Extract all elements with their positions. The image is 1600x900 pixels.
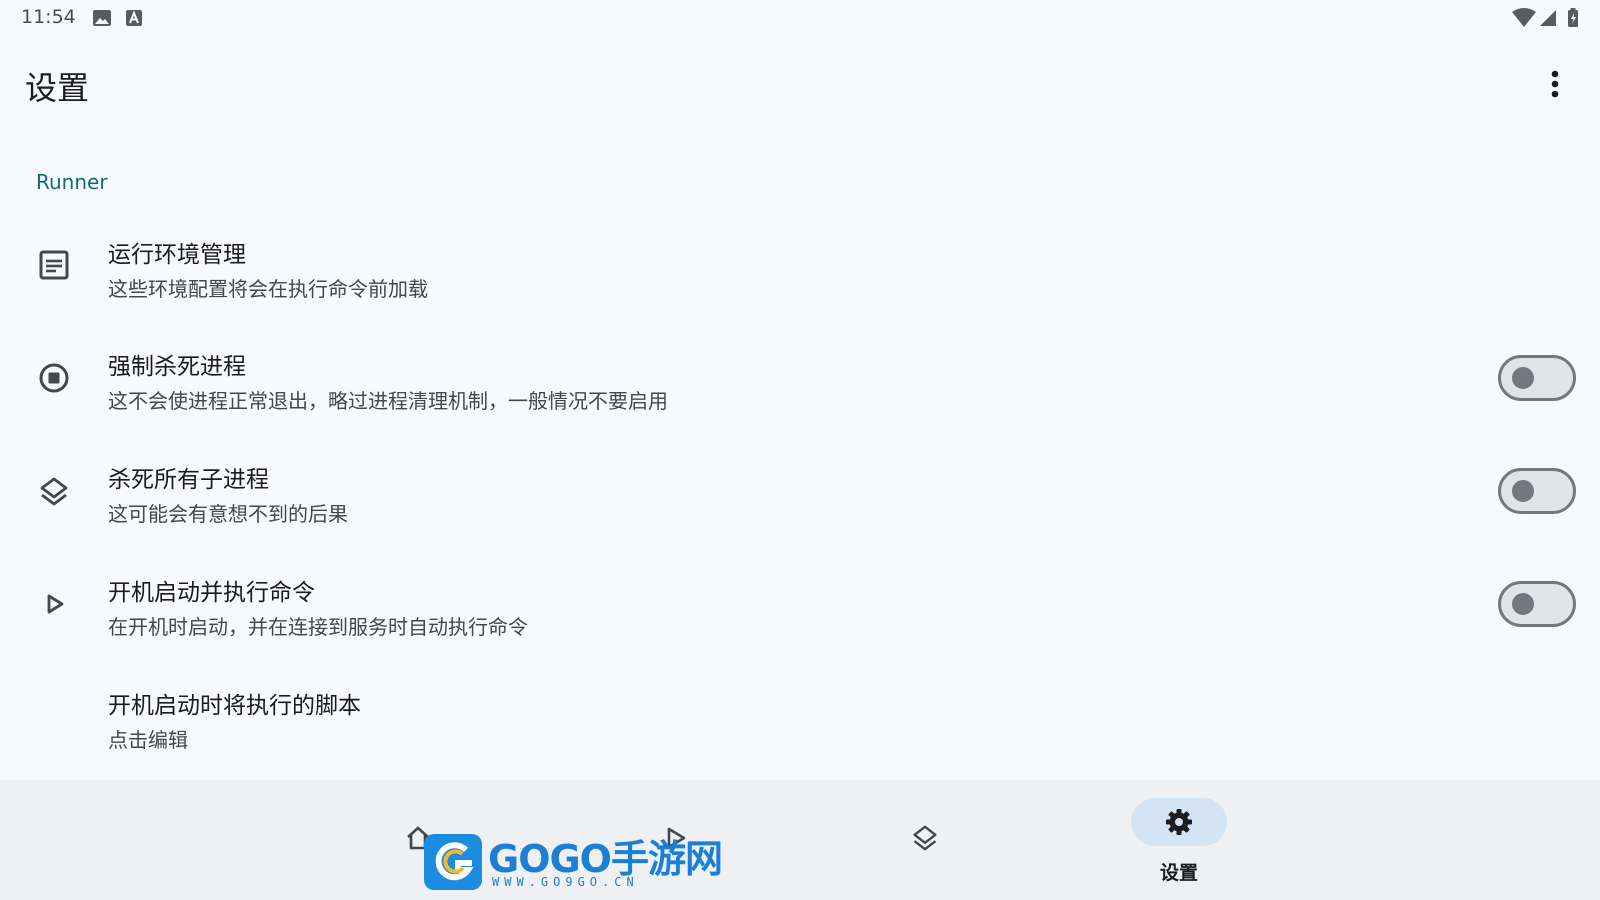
nav-selected-indicator (1131, 798, 1227, 846)
boot-start-switch[interactable] (1498, 581, 1576, 627)
pref-kill-children[interactable]: 杀死所有子进程 这可能会有意想不到的后果 (0, 435, 1600, 547)
stop-circle-icon (34, 358, 74, 398)
page-title: 设置 (25, 69, 90, 107)
force-kill-switch[interactable] (1498, 355, 1576, 401)
bottom-navigation: 设置 (0, 780, 1600, 900)
pref-summary: 点击编辑 (108, 728, 188, 752)
status-time: 11:54 (21, 6, 76, 28)
nav-item-settings[interactable]: 设置 (1111, 780, 1247, 900)
nav-label-settings: 设置 (1159, 862, 1198, 884)
watermark-logo: GOGO手游网 WWW.GO9GO.CN (420, 826, 723, 896)
pref-boot-script[interactable]: 开机启动时将执行的脚本 点击编辑 (0, 661, 1600, 773)
pref-boot-start[interactable]: 开机启动并执行命令 在开机时启动，并在连接到服务时自动执行命令 (0, 548, 1600, 660)
pref-title: 开机启动并执行命令 (108, 580, 315, 606)
switch-thumb (1512, 480, 1534, 502)
pref-title: 杀死所有子进程 (108, 467, 269, 493)
more-vert-icon (1551, 70, 1559, 98)
gear-icon (1166, 809, 1192, 835)
gogo-logo-icon (424, 834, 482, 890)
article-icon (34, 245, 74, 285)
pref-summary: 这可能会有意想不到的后果 (108, 502, 348, 526)
pref-summary: 这些环境配置将会在执行命令前加载 (108, 277, 428, 301)
pref-title: 强制杀死进程 (108, 354, 246, 380)
image-icon (92, 8, 112, 28)
section-header-runner: Runner (36, 170, 108, 194)
status-bar: 11:54 (0, 0, 1600, 38)
cell-signal-icon (1538, 8, 1558, 28)
battery-charging-icon (1566, 8, 1580, 28)
switch-thumb (1512, 367, 1534, 389)
pref-summary: 这不会使进程正常退出，略过进程清理机制，一般情况不要启用 (108, 389, 668, 413)
kill-children-switch[interactable] (1498, 468, 1576, 514)
layers-icon (913, 825, 937, 851)
layers-icon (34, 471, 74, 511)
watermark-url: WWW.GO9GO.CN (492, 875, 639, 889)
wifi-icon (1512, 8, 1536, 28)
pref-force-kill[interactable]: 强制杀死进程 这不会使进程正常退出，略过进程清理机制，一般情况不要启用 (0, 322, 1600, 434)
play-arrow-icon (34, 584, 74, 624)
more-options-button[interactable] (1535, 64, 1575, 104)
pref-title: 开机启动时将执行的脚本 (108, 693, 361, 719)
pref-runtime-env[interactable]: 运行环境管理 这些环境配置将会在执行命令前加载 (0, 209, 1600, 321)
app-bar: 设置 (0, 46, 1600, 124)
switch-thumb (1512, 593, 1534, 615)
keyboard-a-icon (124, 8, 144, 28)
nav-item-layers[interactable] (885, 780, 965, 900)
settings-screen: 11:54 设置 Runner 运行环境管理 这些环境配置将会在执行命令前加载 … (0, 0, 1600, 900)
pref-title: 运行环境管理 (108, 242, 246, 268)
pref-summary: 在开机时启动，并在连接到服务时自动执行命令 (108, 615, 528, 639)
